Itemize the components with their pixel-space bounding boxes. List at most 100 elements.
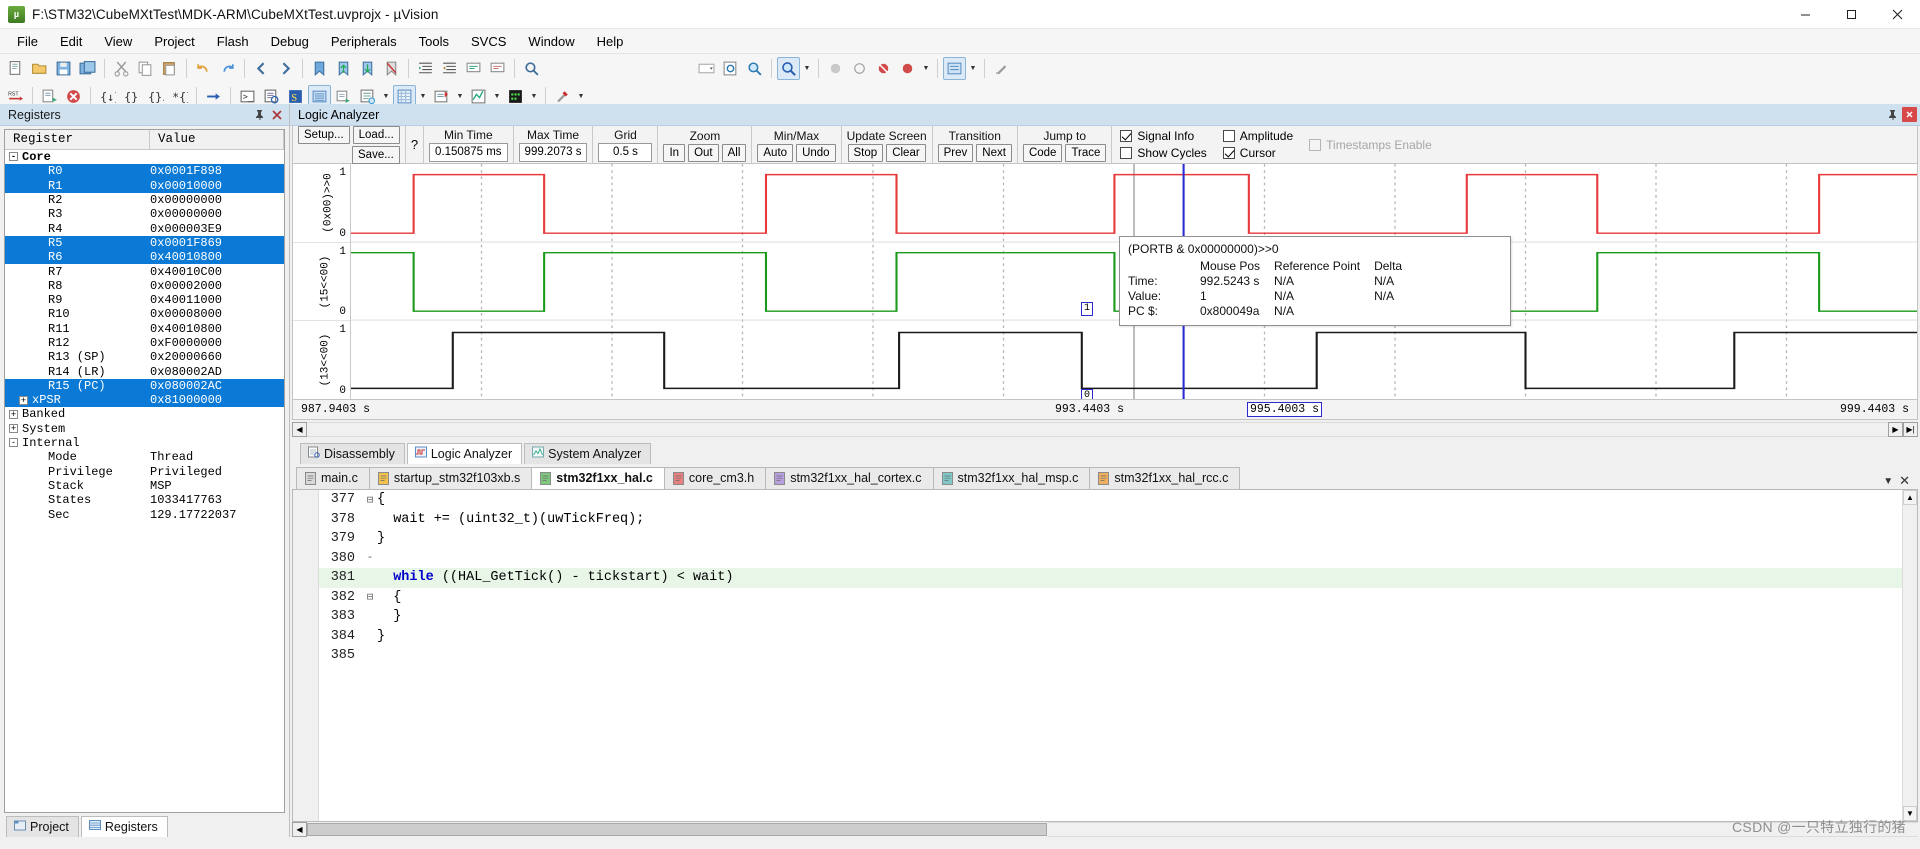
register-row[interactable]: R1 0x00010000: [5, 178, 284, 193]
find-in-files-icon[interactable]: [520, 57, 543, 80]
register-row[interactable]: R2 0x00000000: [5, 193, 284, 207]
hscroll-left-icon[interactable]: ◀: [292, 822, 307, 837]
waveform-canvas[interactable]: (PORTB & 0x00000000)>>0 Mouse Pos Refere…: [351, 164, 1917, 399]
scroll-right-icon[interactable]: ▶: [1888, 422, 1903, 437]
minmax-auto-button[interactable]: Auto: [757, 143, 794, 162]
load-button[interactable]: Load...: [352, 125, 400, 144]
menu-flash[interactable]: Flash: [206, 31, 260, 52]
logic-analyzer-hscrollbar[interactable]: ◀ ▶ ▶|: [292, 421, 1918, 438]
expand-toggle-icon[interactable]: +: [9, 424, 18, 434]
paste-icon[interactable]: [158, 57, 181, 80]
comment-icon[interactable]: [462, 57, 485, 80]
bookmark-toggle-icon[interactable]: [308, 57, 331, 80]
zoom-out-button[interactable]: Out: [688, 143, 719, 162]
register-row[interactable]: R0 0x0001F898: [5, 164, 284, 179]
breakpoint-disabled-icon[interactable]: [824, 57, 847, 80]
collapse-toggle-icon[interactable]: -: [9, 438, 18, 448]
expand-toggle-icon[interactable]: +: [9, 409, 18, 419]
hscroll-thumb[interactable]: [307, 823, 1047, 836]
breakpoint-gutter[interactable]: [293, 490, 319, 821]
register-row[interactable]: R8 0x00002000: [5, 279, 284, 293]
code-line[interactable]: 379}: [319, 529, 1902, 549]
redo-icon[interactable]: [216, 57, 239, 80]
checkbox-cursor[interactable]: Cursor: [1222, 146, 1293, 160]
scroll-left-icon[interactable]: ◀: [292, 422, 307, 437]
maximize-button[interactable]: [1828, 0, 1874, 29]
scroll-end-icon[interactable]: ▶|: [1903, 422, 1918, 437]
register-row[interactable]: + xPSR 0x81000000: [5, 393, 284, 408]
register-row[interactable]: R3 0x00000000: [5, 207, 284, 221]
fold-toggle-icon[interactable]: ⊟: [363, 493, 377, 507]
editor-tab[interactable]: startup_stm32f103xb.s: [368, 467, 533, 489]
register-row[interactable]: R12 0xF0000000: [5, 336, 284, 350]
register-row[interactable]: Mode Thread: [5, 450, 284, 464]
cut-icon[interactable]: [110, 57, 133, 80]
zoom-in-button[interactable]: In: [663, 143, 686, 162]
scroll-track[interactable]: [307, 422, 1888, 437]
register-row[interactable]: R11 0x40010800: [5, 322, 284, 336]
configure-icon[interactable]: [990, 57, 1013, 80]
pin-icon[interactable]: [1884, 107, 1900, 123]
zoom-all-button[interactable]: All: [721, 143, 747, 162]
update-clear-button[interactable]: Clear: [886, 143, 926, 162]
expand-toggle-icon[interactable]: +: [19, 395, 28, 405]
new-file-icon[interactable]: [4, 57, 27, 80]
editor-tab[interactable]: core_cm3.h: [663, 467, 767, 489]
register-row[interactable]: + System: [5, 422, 284, 436]
breakpoint-kill-all-icon[interactable]: [872, 57, 895, 80]
register-row[interactable]: - Core: [5, 150, 284, 164]
editor-tab[interactable]: main.c: [296, 467, 370, 489]
grid-value[interactable]: 0.5 s: [598, 143, 653, 162]
menu-window[interactable]: Window: [517, 31, 585, 52]
register-row[interactable]: Stack MSP: [5, 479, 284, 493]
find-icon[interactable]: [743, 57, 766, 80]
pin-icon[interactable]: [251, 107, 267, 123]
tab-registers[interactable]: Registers: [80, 816, 168, 837]
menu-tools[interactable]: Tools: [408, 31, 460, 52]
checkbox-amplitude[interactable]: Amplitude: [1222, 129, 1293, 143]
registers-tree[interactable]: Register Value - Core R0 0x0001F898 R1 0x0001…: [4, 129, 285, 813]
bookmark-prev-icon[interactable]: [332, 57, 355, 80]
menu-project[interactable]: Project: [143, 31, 205, 52]
close-icon[interactable]: ✕: [1899, 473, 1910, 489]
dropdown-field-icon[interactable]: [695, 57, 718, 80]
jump-to-trace-button[interactable]: Trace: [1065, 143, 1107, 162]
zoom-tool-icon[interactable]: [777, 57, 800, 80]
jump-to-code-button[interactable]: Code: [1022, 143, 1063, 162]
code-line[interactable]: 384}: [319, 627, 1902, 647]
save-all-icon[interactable]: [76, 57, 99, 80]
register-row[interactable]: R9 0x40011000: [5, 293, 284, 307]
breakpoint-dropdown-icon[interactable]: ▼: [920, 57, 932, 80]
menu-help[interactable]: Help: [586, 31, 635, 52]
breakpoint-empty-icon[interactable]: [848, 57, 871, 80]
menu-view[interactable]: View: [93, 31, 143, 52]
register-row[interactable]: Privilege Privileged: [5, 465, 284, 479]
code-line[interactable]: 383 }: [319, 607, 1902, 627]
register-row[interactable]: R10 0x00008000: [5, 307, 284, 321]
target-dropdown-icon[interactable]: ▼: [967, 57, 979, 80]
chevron-down-icon[interactable]: ▼: [1883, 476, 1893, 487]
breakpoint-enable-icon[interactable]: [896, 57, 919, 80]
register-row[interactable]: - Internal: [5, 436, 284, 450]
menu-edit[interactable]: Edit: [49, 31, 93, 52]
collapse-toggle-icon[interactable]: -: [9, 152, 18, 162]
register-row[interactable]: R13 (SP) 0x20000660: [5, 350, 284, 364]
register-row[interactable]: R4 0x000003E9: [5, 221, 284, 236]
setup-button[interactable]: Setup...: [298, 125, 350, 144]
target-select-icon[interactable]: [943, 57, 966, 80]
code-line[interactable]: 380-: [319, 549, 1902, 569]
tab-project[interactable]: Project: [6, 816, 79, 837]
save-icon[interactable]: [52, 57, 75, 80]
fold-toggle-icon[interactable]: ⊟: [363, 590, 377, 604]
update-stop-button[interactable]: Stop: [847, 143, 884, 162]
code-line[interactable]: 378 wait += (uint32_t)(uwTickFreq);: [319, 510, 1902, 530]
checkbox-signal-info[interactable]: Signal Info: [1120, 129, 1206, 143]
save-button[interactable]: Save...: [352, 145, 400, 164]
close-icon[interactable]: [269, 107, 285, 123]
min-time-value[interactable]: 0.150875 ms: [429, 143, 508, 162]
code-line[interactable]: 382 ⊟ {: [319, 588, 1902, 608]
vscroll-track[interactable]: [1903, 505, 1917, 806]
minmax-undo-button[interactable]: Undo: [796, 143, 836, 162]
checkbox-timestamps-enable[interactable]: Timestamps Enable: [1309, 138, 1432, 152]
tab-logic-analyzer[interactable]: Logic Analyzer: [406, 443, 523, 464]
